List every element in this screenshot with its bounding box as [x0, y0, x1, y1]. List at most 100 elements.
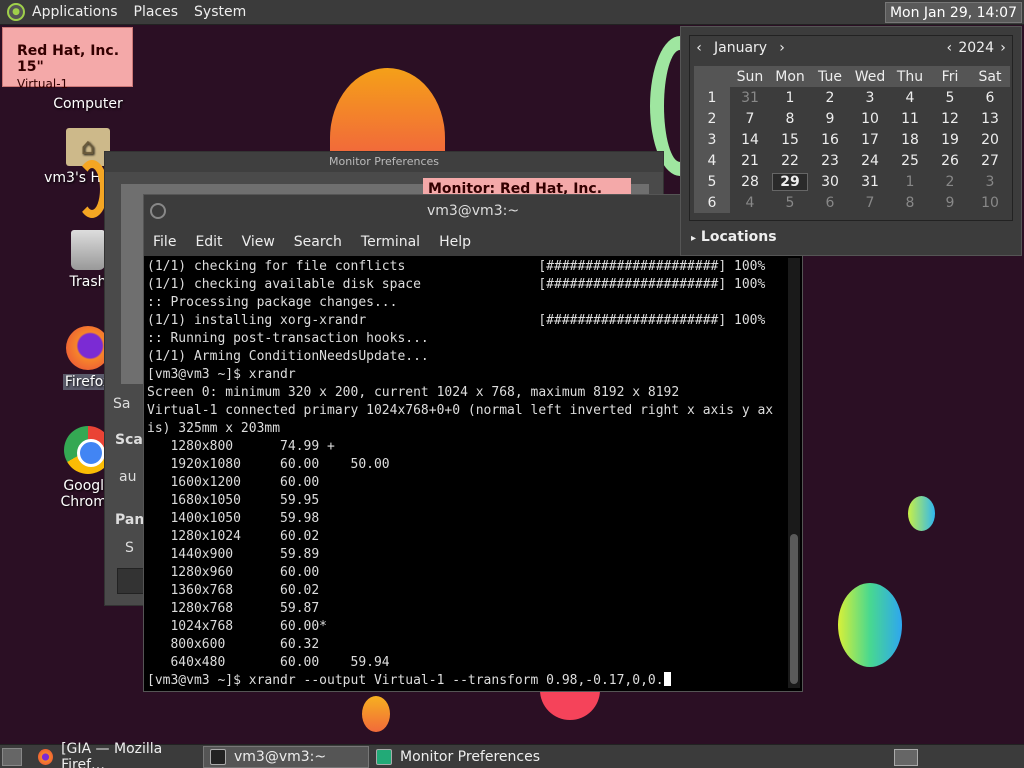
monitor-name: Red Hat, Inc. 15" [17, 43, 120, 75]
desktop-icon-computer[interactable]: Computer [38, 96, 138, 112]
calendar-day[interactable]: 19 [930, 129, 970, 150]
terminal-screen[interactable]: (1/1) checking for file conflicts [#####… [144, 256, 790, 692]
menu-edit[interactable]: Edit [195, 234, 222, 250]
top-panel: ● Applications Places System Mon Jan 29,… [0, 0, 1024, 25]
menu-applications[interactable]: Applications [32, 4, 118, 20]
same-image-checkbox[interactable]: Sa [113, 396, 130, 412]
calendar-day[interactable]: 15 [770, 129, 810, 150]
calendar-day[interactable]: 8 [770, 108, 810, 129]
calendar-day[interactable]: 24 [850, 150, 890, 171]
calendar-day[interactable]: 21 [730, 150, 770, 171]
prev-month-icon[interactable]: ‹ [690, 40, 708, 56]
calendar-day[interactable]: 27 [970, 150, 1010, 171]
menu-system[interactable]: System [194, 4, 246, 20]
prev-year-icon[interactable]: ‹ [940, 40, 958, 56]
panel-button[interactable] [117, 568, 145, 594]
show-desktop-button[interactable] [2, 748, 22, 766]
calendar-day[interactable]: 12 [930, 108, 970, 129]
calendar-day[interactable]: 25 [890, 150, 930, 171]
calendar-day[interactable]: 1 [770, 87, 810, 108]
workspace-switcher[interactable] [894, 749, 918, 766]
calendar-day[interactable]: 9 [930, 192, 970, 213]
calendar-day[interactable]: 7 [730, 108, 770, 129]
calendar-day[interactable]: 26 [930, 150, 970, 171]
window-menu-icon[interactable] [150, 203, 166, 219]
menu-terminal[interactable]: Terminal [361, 234, 420, 250]
scaling-auto-radio[interactable]: au [119, 469, 136, 485]
terminal-window: vm3@vm3:~ File Edit View Search Terminal… [143, 194, 803, 692]
weekday-header: Mon [770, 66, 810, 87]
terminal-line: :: Running post-transaction hooks... [147, 331, 429, 346]
calendar-day[interactable]: 2 [810, 87, 850, 108]
calendar-day[interactable]: 6 [970, 87, 1010, 108]
terminal-line: (1/1) checking available disk space [###… [147, 277, 766, 292]
week-number-header [694, 66, 730, 87]
terminal-line: 1360x768 60.02 [147, 583, 320, 598]
calendar-day[interactable]: 5 [930, 87, 970, 108]
menu-help[interactable]: Help [439, 234, 471, 250]
calendar-day[interactable]: 10 [850, 108, 890, 129]
next-month-icon[interactable]: › [773, 40, 791, 56]
calendar-day[interactable]: 22 [770, 150, 810, 171]
calendar-day[interactable]: 5 [770, 192, 810, 213]
terminal-icon [210, 749, 226, 765]
distro-logo-icon[interactable]: ● [7, 3, 25, 21]
terminal-line: 640x480 60.00 59.94 [147, 655, 390, 670]
panel-option[interactable]: S [125, 540, 134, 556]
command-input[interactable]: [vm3@vm3 ~]$ xrandr --output Virtual-1 -… [147, 673, 664, 688]
calendar-day[interactable]: 9 [810, 108, 850, 129]
calendar-day[interactable]: 23 [810, 150, 850, 171]
menu-places[interactable]: Places [134, 4, 179, 20]
locations-expander[interactable]: ▸ Locations [691, 229, 777, 245]
week-number: 1 [694, 87, 730, 108]
desktop-icon-label: Trash [69, 274, 107, 290]
calendar-day[interactable]: 10 [970, 192, 1010, 213]
calendar-day[interactable]: 4 [730, 192, 770, 213]
menu-file[interactable]: File [153, 234, 176, 250]
calendar-day[interactable]: 6 [810, 192, 850, 213]
next-year-icon[interactable]: › [994, 40, 1012, 56]
calendar-month: January [714, 40, 768, 56]
calendar-day[interactable]: 13 [970, 108, 1010, 129]
terminal-prompt-line[interactable]: [vm3@vm3 ~]$ xrandr --output Virtual-1 -… [147, 672, 790, 690]
calendar-year: 2024 [958, 40, 994, 56]
calendar-day[interactable]: 4 [890, 87, 930, 108]
calendar-day[interactable]: 1 [890, 171, 930, 192]
calendar-day[interactable]: 20 [970, 129, 1010, 150]
window-title[interactable]: Monitor Preferences [105, 152, 663, 172]
calendar-day[interactable]: 18 [890, 129, 930, 150]
menu-search[interactable]: Search [294, 234, 342, 250]
terminal-line: 1280x768 59.87 [147, 601, 320, 616]
calendar-day[interactable]: 16 [810, 129, 850, 150]
calendar-popup: ‹ January › ‹ 2024 › Sun Mon Tue Wed Thu Fri S… [680, 26, 1022, 256]
calendar-day[interactable]: 2 [930, 171, 970, 192]
taskbar-item-terminal[interactable]: vm3@vm3:~ [203, 746, 369, 768]
calendar-day[interactable]: 3 [850, 87, 890, 108]
weekday-header: Sun [730, 66, 770, 87]
calendar-day[interactable]: 8 [890, 192, 930, 213]
taskbar-item-firefox[interactable]: [GIA — Mozilla Firef… [32, 741, 202, 768]
calendar-day[interactable]: 31 [730, 87, 770, 108]
terminal-scrollbar[interactable] [788, 258, 800, 688]
monitor-identify-label: Red Hat, Inc. 15" Virtual-1 [2, 27, 133, 91]
calendar-day[interactable]: 11 [890, 108, 930, 129]
calendar-day[interactable]: 30 [810, 171, 850, 192]
terminal-line: 1280x960 60.00 [147, 565, 320, 580]
calendar-day-today[interactable]: 29 [770, 171, 810, 192]
calendar-day[interactable]: 7 [850, 192, 890, 213]
wallpaper-shape [540, 688, 600, 720]
calendar-day[interactable]: 3 [970, 171, 1010, 192]
taskbar-item-monitor-preferences[interactable]: Monitor Preferences [370, 746, 550, 768]
calendar-day[interactable]: 14 [730, 129, 770, 150]
calendar-day[interactable]: 17 [850, 129, 890, 150]
monitor-icon [376, 749, 392, 765]
clock[interactable]: Mon Jan 29, 14:07 [884, 2, 1022, 23]
calendar-day[interactable]: 31 [850, 171, 890, 192]
terminal-line: 1600x1200 60.00 [147, 475, 320, 490]
scrollbar-thumb[interactable] [790, 534, 798, 684]
calendar-day[interactable]: 28 [730, 171, 770, 192]
firefox-icon [38, 749, 54, 765]
terminal-line: 1440x900 59.89 [147, 547, 320, 562]
terminal-line: Screen 0: minimum 320 x 200, current 102… [147, 385, 680, 400]
menu-view[interactable]: View [242, 234, 275, 250]
